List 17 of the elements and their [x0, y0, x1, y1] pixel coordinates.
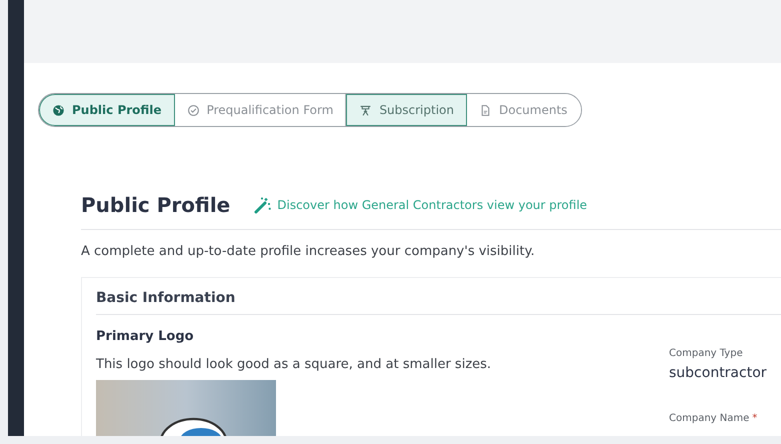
- description-text: A complete and up-to-date profile increases your company's visibility.: [81, 244, 536, 259]
- check-circle-icon: [186, 104, 200, 116]
- document-icon: [479, 104, 492, 116]
- required-mark: *: [752, 413, 758, 424]
- tools-icon: [359, 104, 372, 116]
- section-title: Basic Information: [96, 290, 781, 315]
- field-label: Company Name: [669, 413, 750, 424]
- page-title: Public Profile: [81, 193, 230, 217]
- magic-wand-icon: [254, 196, 272, 214]
- tab[interactable]: Subscription: [346, 94, 467, 126]
- section-subtitle: Primary Logo: [96, 329, 195, 344]
- help-link[interactable]: Discover how General Contractors view your profile: [254, 196, 588, 214]
- globe-icon: [52, 104, 65, 116]
- field-value: subcontractor: [669, 365, 768, 381]
- tab[interactable]: Public Profile: [39, 94, 175, 126]
- field-label: Company Type: [669, 348, 743, 359]
- hint-text: This logo should look good as a square, and at smaller sizes.: [96, 357, 492, 372]
